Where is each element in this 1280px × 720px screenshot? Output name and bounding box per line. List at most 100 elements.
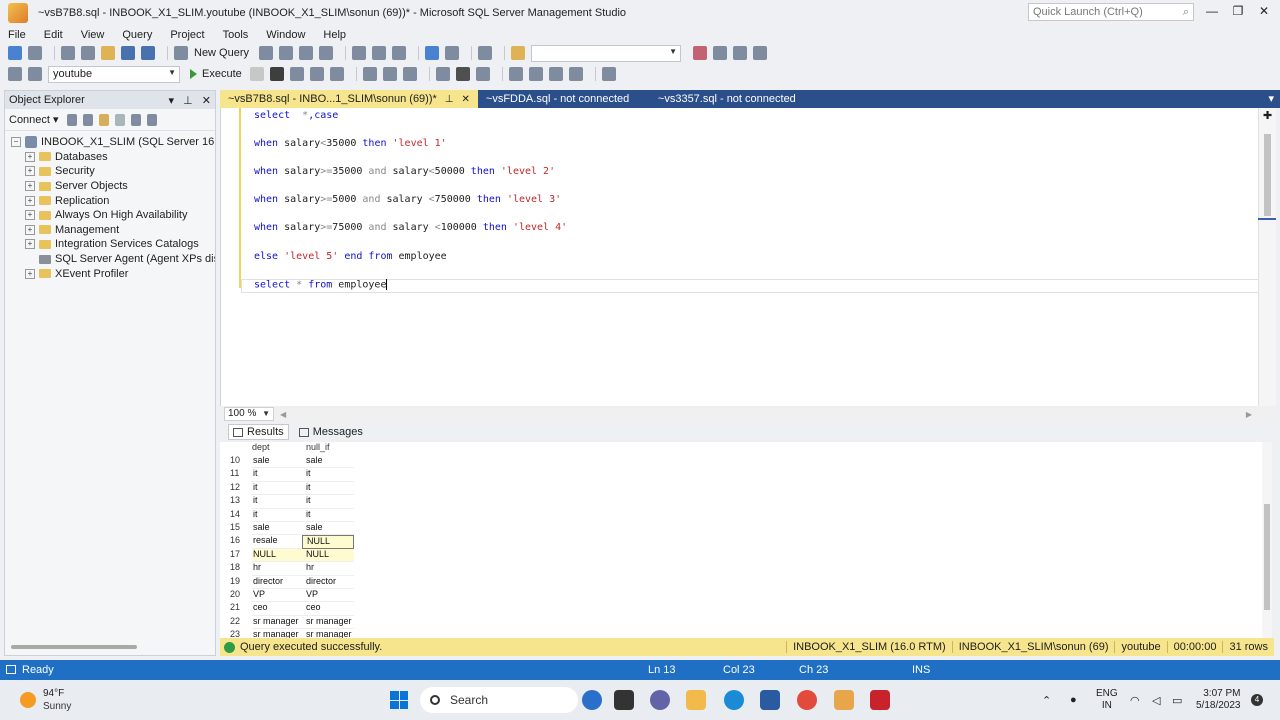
bing-icon[interactable] xyxy=(582,690,602,710)
menu-tools[interactable]: Tools xyxy=(223,29,249,41)
intellisense-icon[interactable] xyxy=(362,67,377,81)
teams-icon[interactable] xyxy=(650,690,670,710)
close-tab-icon[interactable]: ✕ xyxy=(462,94,470,105)
menu-edit[interactable]: Edit xyxy=(44,29,63,41)
wifi-icon[interactable]: ◠ xyxy=(1130,694,1140,707)
chevron-up-icon[interactable]: ⌃ xyxy=(1042,694,1051,707)
store-icon[interactable] xyxy=(760,690,780,710)
results-to-file-icon[interactable] xyxy=(475,67,490,81)
parse-icon[interactable] xyxy=(269,67,284,81)
table-row[interactable]: 11 it it xyxy=(220,468,354,482)
save-all-icon[interactable] xyxy=(141,46,155,60)
expand-icon[interactable]: + xyxy=(25,224,35,235)
cell-dept[interactable]: sr manager xyxy=(252,629,302,638)
notification-badge[interactable]: 4 xyxy=(1251,694,1263,706)
table-row[interactable]: 17 NULL NULL xyxy=(220,548,354,563)
cell-dept[interactable]: ceo xyxy=(252,602,302,616)
chrome-icon[interactable] xyxy=(797,690,817,710)
menu-view[interactable]: View xyxy=(81,29,105,41)
collapse-icon[interactable]: − xyxy=(11,137,21,148)
comment-icon[interactable] xyxy=(508,67,523,81)
specify-values-icon[interactable] xyxy=(601,67,616,81)
ssms-taskbar-icon[interactable] xyxy=(834,690,854,710)
weather-temperature[interactable]: 94°F xyxy=(43,688,64,699)
tree-node-integration-services[interactable]: + Integration Services Catalogs xyxy=(5,237,215,252)
cell-null-if[interactable]: sr manager xyxy=(302,616,354,630)
live-stats-icon[interactable] xyxy=(402,67,417,81)
table-row[interactable]: 14 it it xyxy=(220,509,354,522)
uncomment-icon[interactable] xyxy=(528,67,543,81)
horizontal-scrollbar[interactable] xyxy=(11,645,137,649)
table-row[interactable]: 10 sale sale xyxy=(220,455,354,469)
table-row[interactable]: 12 it it xyxy=(220,482,354,496)
copy-icon[interactable] xyxy=(372,46,387,60)
sql-editor[interactable]: select *,case when salary<35000 then 'le… xyxy=(220,108,1276,406)
activity-icon[interactable] xyxy=(146,113,157,126)
tree-node-sql-agent[interactable]: SQL Server Agent (Agent XPs disabled xyxy=(5,252,215,267)
table-row[interactable]: 23 sr manager sr manager xyxy=(220,629,354,638)
cell-null-if[interactable]: NULL xyxy=(302,535,354,549)
filter-icon[interactable] xyxy=(114,113,125,126)
new-query-button[interactable]: New Query xyxy=(194,47,249,59)
include-client-stats-icon[interactable] xyxy=(329,67,344,81)
table-row[interactable]: 13 it it xyxy=(220,495,354,509)
tools-icon[interactable] xyxy=(713,46,728,60)
new-project-icon[interactable] xyxy=(61,46,75,60)
tab-vsfdda[interactable]: ~vsFDDA.sql - not connected xyxy=(478,90,650,108)
tab-messages[interactable]: Messages xyxy=(298,426,363,438)
database-selector[interactable]: youtube ▼ xyxy=(48,65,180,83)
close-panel-icon[interactable]: ✕ xyxy=(202,95,211,107)
cell-dept[interactable]: VP xyxy=(252,589,302,603)
cell-dept[interactable]: sale xyxy=(252,522,302,536)
table-row[interactable]: 20 VP VP xyxy=(220,589,354,603)
scroll-thumb[interactable] xyxy=(1264,134,1271,216)
weather-description[interactable]: Sunny xyxy=(43,701,71,712)
toolbox-icon[interactable] xyxy=(733,46,748,60)
save-icon[interactable] xyxy=(121,46,135,60)
tree-node-replication[interactable]: + Replication xyxy=(5,193,215,208)
open-file-icon[interactable] xyxy=(101,46,115,60)
solution-config-dropdown[interactable]: ▼ xyxy=(531,44,682,62)
paste-icon[interactable] xyxy=(392,46,407,60)
results-vertical-scrollbar[interactable] xyxy=(1262,442,1272,638)
start-button[interactable] xyxy=(390,691,408,709)
expand-icon[interactable]: + xyxy=(25,195,35,206)
battery-icon[interactable]: ▭ xyxy=(1172,694,1182,707)
minimize-button[interactable]: — xyxy=(1202,4,1222,20)
table-row[interactable]: 21 ceo ceo xyxy=(220,602,354,616)
cell-dept[interactable]: it xyxy=(252,509,302,522)
cell-dept[interactable]: sr manager xyxy=(252,616,302,630)
cell-null-if[interactable]: sale xyxy=(302,522,354,536)
cell-null-if[interactable]: sale xyxy=(302,455,354,469)
tab-overflow-icon[interactable]: ▾ xyxy=(1262,90,1280,108)
dax-query-icon[interactable] xyxy=(319,46,334,60)
quick-launch-input[interactable]: Quick Launch (Ctrl+Q) ⌕ xyxy=(1028,3,1194,21)
cell-null-if[interactable]: NULL xyxy=(302,548,354,563)
refresh-icon[interactable] xyxy=(130,113,141,126)
cell-dept[interactable]: NULL xyxy=(252,548,302,563)
stop-icon[interactable] xyxy=(249,67,264,81)
new-query-icon[interactable] xyxy=(174,46,188,60)
cell-dept[interactable]: director xyxy=(252,576,302,589)
menu-help[interactable]: Help xyxy=(323,29,346,41)
expand-icon[interactable]: + xyxy=(25,151,35,162)
cell-null-if[interactable]: VP xyxy=(302,589,354,603)
decrease-indent-icon[interactable] xyxy=(548,67,563,81)
results-to-text-icon[interactable] xyxy=(435,67,450,81)
clock[interactable]: 3:07 PM 5/18/2023 xyxy=(1196,688,1241,712)
table-row[interactable]: 22 sr manager sr manager xyxy=(220,616,354,630)
tree-node-server-objects[interactable]: + Server Objects xyxy=(5,179,215,194)
properties-icon[interactable] xyxy=(693,46,708,60)
table-row[interactable]: 19 director director xyxy=(220,576,354,589)
cell-null-if[interactable]: it xyxy=(302,495,354,509)
menu-query[interactable]: Query xyxy=(122,29,152,41)
results-grid[interactable]: dept null_if 10 sale sale 11 it it 12 it it 13 it i… xyxy=(220,442,1270,638)
query-designer-icon[interactable] xyxy=(309,67,324,81)
tree-node-always-on[interactable]: + Always On High Availability xyxy=(5,208,215,223)
undo-icon[interactable] xyxy=(425,46,440,60)
file-explorer-icon[interactable] xyxy=(686,690,706,710)
scroll-thumb[interactable] xyxy=(1264,504,1270,610)
scroll-left-icon[interactable]: ◀ xyxy=(280,410,286,419)
menu-project[interactable]: Project xyxy=(170,29,204,41)
editor-vertical-scrollbar[interactable]: ✚ xyxy=(1258,108,1276,406)
